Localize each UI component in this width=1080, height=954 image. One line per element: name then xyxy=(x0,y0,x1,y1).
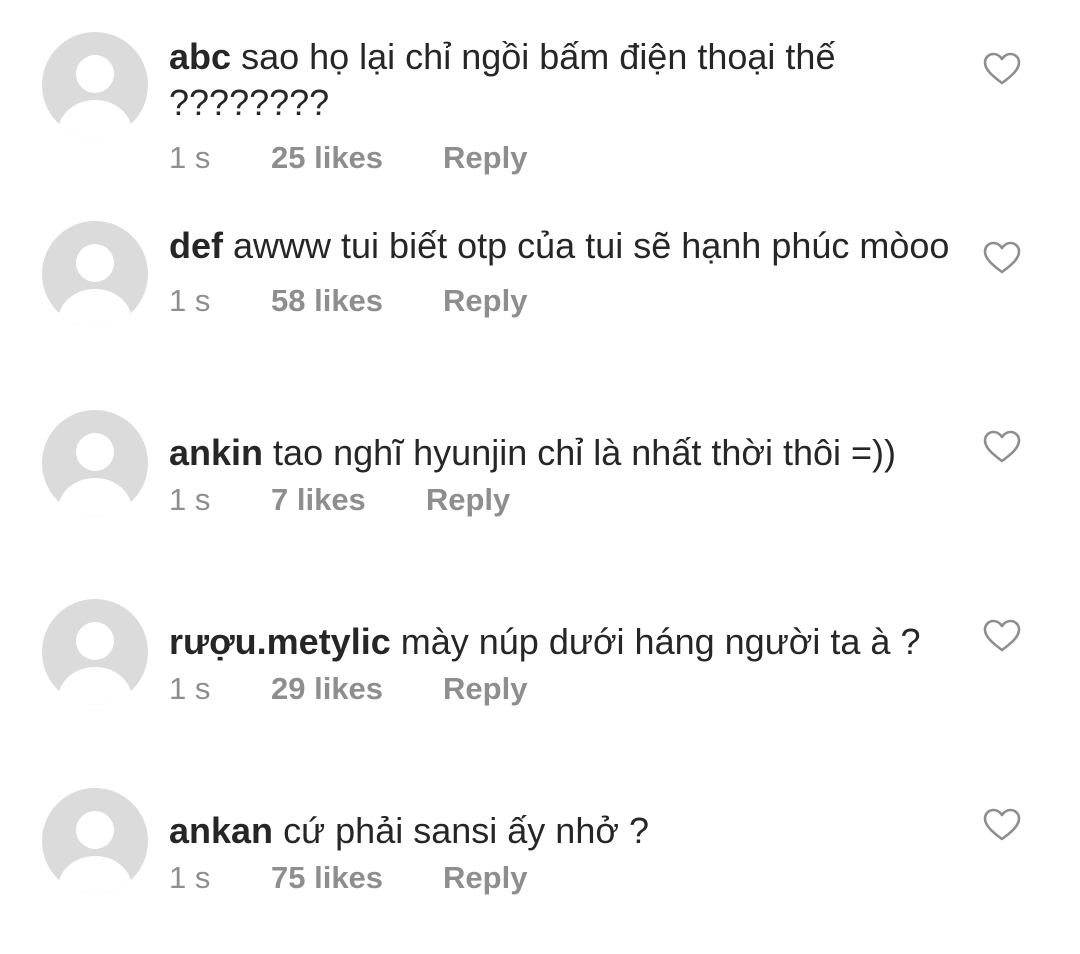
heart-outline-icon[interactable] xyxy=(983,52,1021,86)
comment-message: sao họ lại chỉ ngồi bấm điện thoại thế ?… xyxy=(169,36,836,123)
comment-list: abc sao họ lại chỉ ngồi bấm điện thoại t… xyxy=(0,0,1080,954)
default-avatar-icon xyxy=(58,55,132,138)
comment-message: cứ phải sansi ấy nhở ? xyxy=(283,810,649,851)
comment-meta: 1 s 29 likes Reply xyxy=(169,671,959,707)
avatar[interactable] xyxy=(42,410,148,516)
heart-outline-icon[interactable] xyxy=(983,430,1021,464)
comment-item: rượu.metylic mày núp dưới háng người ta … xyxy=(0,599,1080,709)
reply-button[interactable]: Reply xyxy=(443,283,527,319)
comment-item: ankin tao nghĩ hyunjin chỉ là nhất thời … xyxy=(0,410,1080,520)
comment-message: mày núp dưới háng người ta à ? xyxy=(400,621,921,662)
comment-likes[interactable]: 29 likes xyxy=(271,671,383,707)
comment-username[interactable]: ankin xyxy=(169,432,263,473)
comment-meta: 1 s 7 likes Reply xyxy=(169,482,959,518)
default-avatar-icon xyxy=(58,433,132,516)
comment-text: ankin tao nghĩ hyunjin chỉ là nhất thời … xyxy=(169,430,959,476)
comment-body: def awww tui biết otp của tui sẽ hạnh ph… xyxy=(169,223,959,319)
comment-time: 1 s xyxy=(169,140,211,175)
avatar[interactable] xyxy=(42,788,148,894)
avatar[interactable] xyxy=(42,221,148,327)
comment-likes[interactable]: 7 likes xyxy=(271,482,366,518)
comment-item: def awww tui biết otp của tui sẽ hạnh ph… xyxy=(0,221,1080,361)
reply-button[interactable]: Reply xyxy=(443,860,527,896)
default-avatar-icon xyxy=(58,622,132,705)
comment-item: abc sao họ lại chỉ ngồi bấm điện thoại t… xyxy=(0,32,1080,175)
comment-body: ankan cứ phải sansi ấy nhở ? 1 s 75 like… xyxy=(169,808,959,896)
comment-body: abc sao họ lại chỉ ngồi bấm điện thoại t… xyxy=(169,34,959,176)
comment-message: tao nghĩ hyunjin chỉ là nhất thời thôi =… xyxy=(273,432,897,473)
comment-time: 1 s xyxy=(169,860,211,895)
comment-item: ankan cứ phải sansi ấy nhở ? 1 s 75 like… xyxy=(0,788,1080,898)
default-avatar-icon xyxy=(58,244,132,327)
comment-time: 1 s xyxy=(169,671,211,706)
comment-meta: 1 s 75 likes Reply xyxy=(169,860,959,896)
default-avatar-icon xyxy=(58,811,132,894)
comment-likes[interactable]: 75 likes xyxy=(271,860,383,896)
comment-meta: 1 s 58 likes Reply xyxy=(169,283,959,319)
comment-likes[interactable]: 58 likes xyxy=(271,283,383,319)
heart-outline-icon[interactable] xyxy=(983,808,1021,842)
comment-text: def awww tui biết otp của tui sẽ hạnh ph… xyxy=(169,223,959,269)
avatar[interactable] xyxy=(42,599,148,705)
comment-time: 1 s xyxy=(169,283,211,318)
heart-outline-icon[interactable] xyxy=(983,619,1021,653)
reply-button[interactable]: Reply xyxy=(443,671,527,707)
reply-button[interactable]: Reply xyxy=(426,482,510,518)
comment-username[interactable]: ankan xyxy=(169,810,273,851)
reply-button[interactable]: Reply xyxy=(443,140,527,176)
comment-meta: 1 s 25 likes Reply xyxy=(169,140,959,176)
comment-body: ankin tao nghĩ hyunjin chỉ là nhất thời … xyxy=(169,430,959,518)
comment-username[interactable]: def xyxy=(169,225,223,266)
comment-message: awww tui biết otp của tui sẽ hạnh phúc m… xyxy=(233,225,950,266)
comment-username[interactable]: abc xyxy=(169,36,231,77)
comment-time: 1 s xyxy=(169,482,211,517)
comment-body: rượu.metylic mày núp dưới háng người ta … xyxy=(169,619,959,707)
avatar[interactable] xyxy=(42,32,148,138)
comment-likes[interactable]: 25 likes xyxy=(271,140,383,176)
heart-outline-icon[interactable] xyxy=(983,241,1021,275)
comment-text: rượu.metylic mày núp dưới háng người ta … xyxy=(169,619,959,665)
comment-username[interactable]: rượu.metylic xyxy=(169,621,391,662)
comment-text: ankan cứ phải sansi ấy nhở ? xyxy=(169,808,959,854)
comment-text: abc sao họ lại chỉ ngồi bấm điện thoại t… xyxy=(169,34,959,126)
